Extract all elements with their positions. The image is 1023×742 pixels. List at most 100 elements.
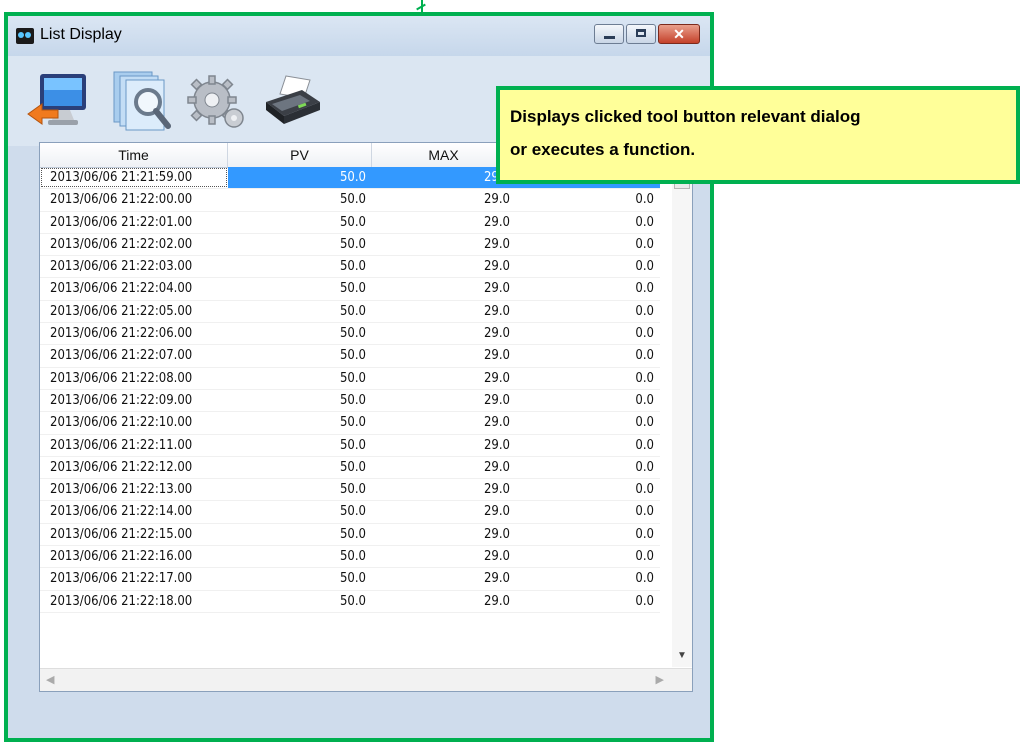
table-row[interactable]: 2013/06/06 21:22:16.00 50.0 29.0 0.0 [40, 546, 660, 569]
horizontal-scrollbar[interactable]: ◀ ▶ [40, 668, 692, 691]
cell-time: 2013/06/06 21:22:03.00 [50, 259, 193, 275]
cell-pv: 50.0 [228, 167, 372, 189]
cell-time: 2013/06/06 21:22:15.00 [50, 526, 193, 542]
cell-col4: 0.0 [635, 214, 654, 230]
cell-max: 29.0 [483, 437, 510, 453]
table-row[interactable]: 2013/06/06 21:22:12.00 50.0 29.0 0.0 [40, 457, 660, 480]
cell-pv: 50.0 [339, 459, 366, 475]
return-to-trend-button[interactable] [26, 68, 92, 134]
cell-col4: 0.0 [635, 236, 654, 252]
table-row[interactable]: 2013/06/06 21:22:03.00 50.0 29.0 0.0 [40, 256, 660, 279]
cell-time: 2013/06/06 21:22:06.00 [50, 326, 193, 342]
cell-time: 2013/06/06 21:22:08.00 [50, 370, 193, 386]
table-row[interactable]: 2013/06/06 21:22:15.00 50.0 29.0 0.0 [40, 524, 660, 547]
table-row[interactable]: 2013/06/06 21:22:13.00 50.0 29.0 0.0 [40, 479, 660, 502]
cell-max: 29.0 [483, 392, 510, 408]
callout-box: Displays clicked tool button relevant di… [496, 86, 1020, 184]
cell-time: 2013/06/06 21:22:04.00 [50, 281, 193, 297]
search-button[interactable] [108, 68, 174, 134]
settings-gears-icon [187, 75, 244, 128]
cell-pv: 50.0 [339, 415, 366, 431]
maximize-icon [636, 29, 646, 37]
cell-max: 29.0 [483, 504, 510, 520]
table-row[interactable]: 2013/06/06 21:22:01.00 50.0 29.0 0.0 [40, 212, 660, 234]
cell-max: 29.0 [483, 214, 510, 230]
table-row[interactable]: 2013/06/06 21:22:08.00 50.0 29.0 0.0 [40, 368, 660, 390]
cell-time: 2013/06/06 21:22:13.00 [50, 482, 193, 498]
cell-time: 2013/06/06 21:22:17.00 [50, 571, 193, 587]
cell-max: 29.0 [483, 549, 510, 565]
cell-time: 2013/06/06 21:22:00.00 [50, 192, 193, 208]
cell-max: 29.0 [483, 593, 510, 609]
cell-max: 29.0 [483, 571, 510, 587]
cell-col4: 0.0 [635, 504, 654, 520]
cell-col4: 0.0 [635, 326, 654, 342]
cell-max: 29.0 [483, 192, 510, 208]
return-to-trend-icon [27, 74, 86, 125]
cell-col4: 0.0 [635, 415, 654, 431]
data-list: Time PV MAX 2013/06/06 21:21:59.0050.029… [39, 142, 693, 692]
vertical-scrollbar[interactable]: ▼ [672, 167, 692, 667]
table-row[interactable]: 2013/06/06 21:22:11.00 50.0 29.0 0.0 [40, 435, 660, 457]
cell-pv: 50.0 [339, 526, 366, 542]
maximize-button[interactable] [626, 24, 656, 44]
title-bar[interactable]: List Display ✕ [8, 16, 710, 56]
search-magnifier-icon [113, 71, 171, 131]
cell-col4: 0.0 [635, 593, 654, 609]
column-header-max[interactable]: MAX [372, 143, 516, 167]
column-header-pv[interactable]: PV [228, 143, 372, 167]
minimize-button[interactable] [594, 24, 624, 44]
cell-max: 29.0 [483, 482, 510, 498]
table-row[interactable]: 2013/06/06 21:22:17.00 50.0 29.0 0.0 [40, 568, 660, 591]
cell-pv: 50.0 [339, 370, 366, 386]
cell-col4: 0.0 [635, 571, 654, 587]
table-row[interactable]: 2013/06/06 21:22:00.00 50.0 29.0 0.0 [40, 189, 660, 212]
table-row[interactable]: 2013/06/06 21:22:06.00 50.0 29.0 0.0 [40, 323, 660, 346]
cell-time: 2013/06/06 21:22:10.00 [50, 415, 193, 431]
table-row[interactable]: 2013/06/06 21:22:07.00 50.0 29.0 0.0 [40, 345, 660, 368]
cell-col4: 0.0 [635, 549, 654, 565]
cell-pv: 50.0 [339, 214, 366, 230]
column-header-time[interactable]: Time [40, 143, 228, 167]
table-row[interactable]: 2013/06/06 21:22:04.00 50.0 29.0 0.0 [40, 278, 660, 301]
list-rows: 2013/06/06 21:21:59.0050.029.00.02013/06… [40, 167, 660, 613]
table-row[interactable]: 2013/06/06 21:22:09.00 50.0 29.0 0.0 [40, 390, 660, 413]
print-button[interactable] [258, 68, 324, 134]
scroll-down-arrow-icon[interactable]: ▼ [677, 650, 687, 661]
cell-max: 29.0 [483, 326, 510, 342]
settings-button[interactable] [182, 68, 248, 134]
callout-pointer [421, 0, 423, 12]
minimize-icon [604, 36, 615, 39]
printer-icon [266, 75, 320, 124]
cell-pv: 50.0 [339, 392, 366, 408]
table-row[interactable]: 2013/06/06 21:22:05.00 50.0 29.0 0.0 [40, 301, 660, 324]
cell-max: 29.0 [483, 303, 510, 319]
cell-time: 2013/06/06 21:22:11.00 [50, 437, 193, 453]
cell-pv: 50.0 [339, 192, 366, 208]
close-button[interactable]: ✕ [658, 24, 700, 44]
table-row[interactable]: 2013/06/06 21:22:02.00 50.0 29.0 0.0 [40, 234, 660, 257]
cell-pv: 50.0 [339, 504, 366, 520]
cell-col4: 0.0 [635, 303, 654, 319]
cell-pv: 50.0 [339, 437, 366, 453]
cell-pv: 50.0 [339, 326, 366, 342]
scroll-right-arrow-icon[interactable]: ▶ [656, 673, 664, 686]
cell-time: 2013/06/06 21:22:07.00 [50, 348, 193, 364]
cell-pv: 50.0 [339, 593, 366, 609]
table-row[interactable]: 2013/06/06 21:22:18.00 50.0 29.0 0.0 [40, 591, 660, 613]
cell-time: 2013/06/06 21:22:05.00 [50, 303, 193, 319]
cell-col4: 0.0 [635, 348, 654, 364]
table-row[interactable]: 2013/06/06 21:22:10.00 50.0 29.0 0.0 [40, 412, 660, 435]
cell-pv: 50.0 [339, 482, 366, 498]
cell-col4: 0.0 [635, 192, 654, 208]
cell-time: 2013/06/06 21:22:02.00 [50, 236, 193, 252]
table-row[interactable]: 2013/06/06 21:22:14.00 50.0 29.0 0.0 [40, 501, 660, 524]
cell-pv: 50.0 [339, 348, 366, 364]
scroll-left-arrow-icon[interactable]: ◀ [46, 673, 54, 686]
cell-col4: 0.0 [635, 370, 654, 386]
cell-max: 29.0 [483, 459, 510, 475]
cell-col4: 0.0 [635, 281, 654, 297]
window-controls: ✕ [592, 24, 700, 44]
cell-col4: 0.0 [635, 459, 654, 475]
cell-time: 2013/06/06 21:21:59.00 [40, 167, 228, 188]
